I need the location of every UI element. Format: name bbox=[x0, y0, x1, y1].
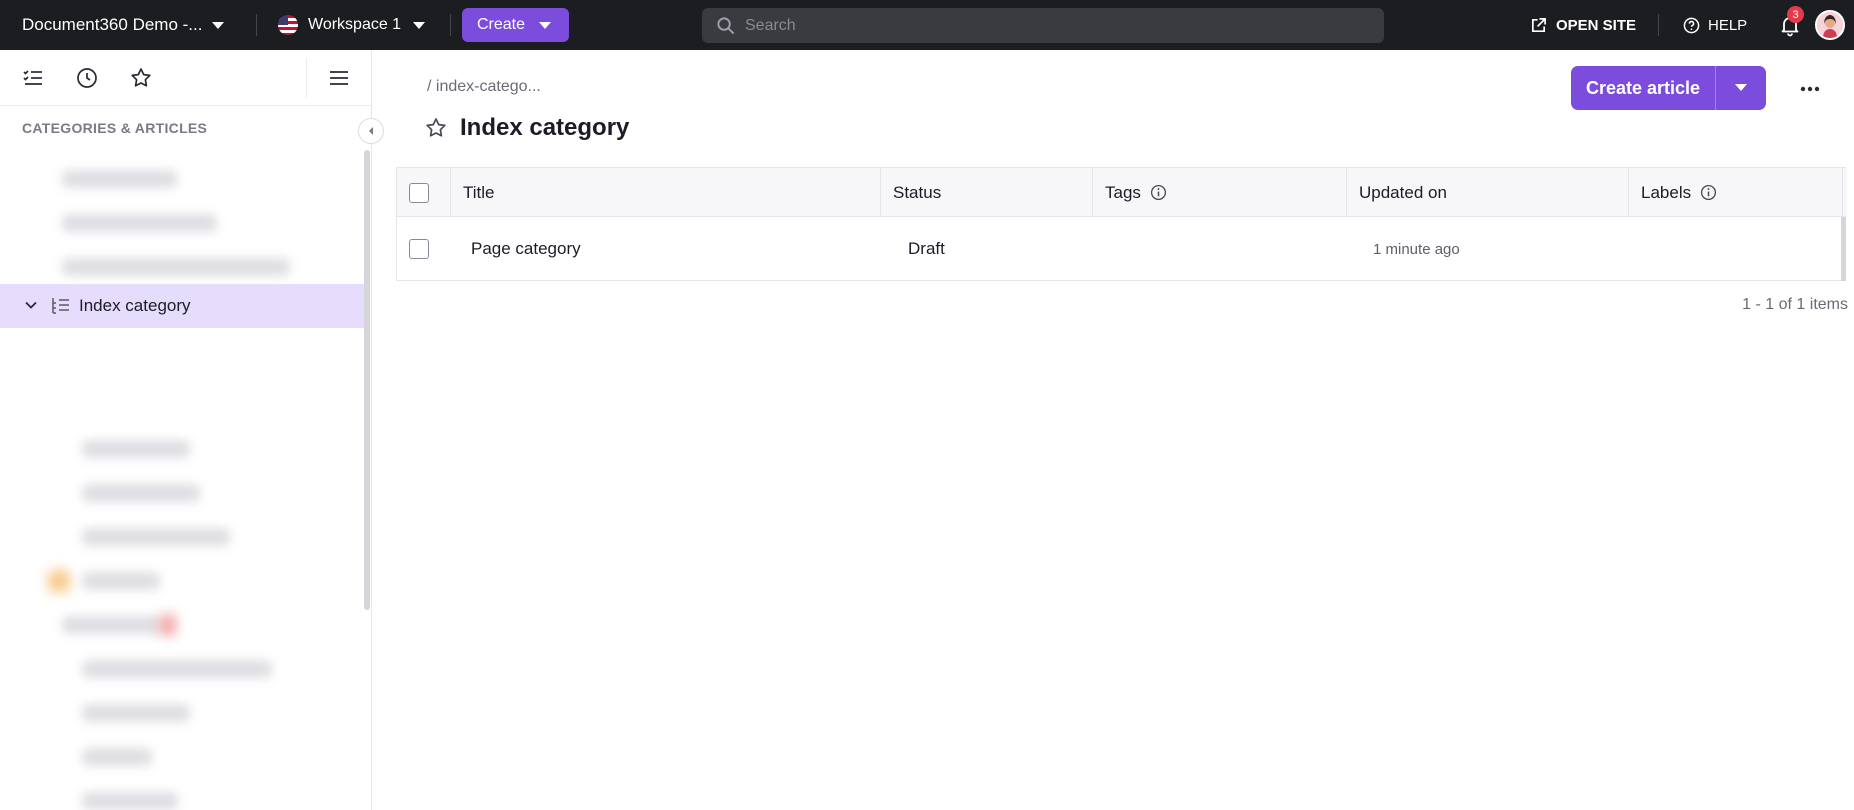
chevron-left-icon bbox=[369, 127, 373, 135]
tree-item-blurred[interactable] bbox=[0, 428, 364, 472]
create-button-label: Create bbox=[477, 16, 526, 33]
checklist-icon bbox=[23, 70, 42, 85]
create-article-button[interactable]: Create article bbox=[1571, 66, 1715, 110]
sidebar-item-index-category[interactable]: Index category bbox=[0, 284, 364, 328]
caret-down-icon bbox=[539, 21, 552, 29]
row-select-cell bbox=[409, 217, 429, 281]
external-link-icon bbox=[1531, 17, 1546, 32]
top-bar: Document360 Demo -... Workspace 1 Create… bbox=[0, 0, 1854, 50]
category-tree bbox=[0, 150, 364, 810]
help-icon bbox=[1683, 17, 1700, 33]
notification-badge: 3 bbox=[1787, 6, 1804, 23]
status-cell: Draft bbox=[908, 239, 945, 258]
tree-item-blurred[interactable] bbox=[0, 202, 364, 246]
create-article-split-button: Create article bbox=[1571, 66, 1767, 110]
project-name: Document360 Demo -... bbox=[22, 15, 203, 34]
articles-table: Title Status Tags Updated on Labels Page… bbox=[396, 167, 1847, 281]
column-header-labels[interactable]: Labels bbox=[1641, 168, 1717, 217]
avatar-image bbox=[1817, 12, 1843, 38]
create-button[interactable]: Create bbox=[462, 8, 569, 42]
divider bbox=[1658, 14, 1659, 36]
column-header-label: Tags bbox=[1105, 182, 1141, 202]
breadcrumb[interactable]: / index-catego... bbox=[427, 78, 541, 96]
workspace-switcher[interactable]: Workspace 1 bbox=[278, 0, 426, 50]
project-switcher[interactable]: Document360 Demo -... bbox=[22, 0, 225, 50]
column-header-tags[interactable]: Tags bbox=[1105, 168, 1167, 217]
pagination-summary: 1 - 1 of 1 items bbox=[1742, 296, 1848, 313]
sidebar-menu-button[interactable] bbox=[325, 64, 353, 92]
recent-tool[interactable] bbox=[73, 64, 101, 92]
help-label: HELP bbox=[1708, 16, 1748, 34]
index-category-icon bbox=[52, 298, 69, 314]
chevron-down-icon[interactable] bbox=[24, 298, 38, 312]
sidebar-item-label: Index category bbox=[79, 296, 191, 315]
divider bbox=[450, 14, 451, 36]
info-icon[interactable] bbox=[1150, 184, 1167, 201]
divider bbox=[450, 168, 451, 217]
article-title-link[interactable]: Page category bbox=[471, 217, 581, 281]
divider bbox=[306, 58, 307, 98]
star-icon bbox=[131, 68, 151, 87]
open-site-link[interactable]: OPEN SITE bbox=[1530, 0, 1636, 50]
categories-heading: CATEGORIES & ARTICLES bbox=[22, 120, 208, 136]
us-flag-icon bbox=[278, 15, 298, 35]
sidebar: CATEGORIES & ARTICLES Index category bbox=[0, 50, 384, 810]
column-header-status[interactable]: Status bbox=[893, 168, 941, 217]
search-icon bbox=[717, 17, 735, 35]
divider bbox=[1346, 168, 1347, 217]
tree-item-blurred[interactable] bbox=[0, 736, 364, 780]
more-options-button[interactable] bbox=[1797, 76, 1823, 102]
divider bbox=[1842, 168, 1843, 217]
divider bbox=[256, 14, 257, 36]
caret-down-icon bbox=[413, 21, 426, 29]
star-icon[interactable] bbox=[424, 116, 448, 140]
select-all-checkbox[interactable] bbox=[409, 182, 429, 203]
all-articles-tool[interactable] bbox=[19, 64, 47, 92]
column-header-label: Labels bbox=[1641, 182, 1692, 202]
create-article-dropdown[interactable] bbox=[1716, 66, 1766, 110]
collapse-sidebar-button[interactable] bbox=[358, 118, 384, 144]
menu-icon bbox=[330, 71, 348, 85]
open-site-label: OPEN SITE bbox=[1556, 16, 1637, 34]
starred-tool[interactable] bbox=[127, 64, 155, 92]
divider bbox=[880, 168, 881, 217]
caret-down-icon bbox=[1735, 84, 1748, 91]
divider bbox=[1628, 168, 1629, 217]
tree-item-blurred[interactable] bbox=[0, 780, 364, 810]
updated-on-cell: 1 minute ago bbox=[1373, 240, 1460, 258]
avatar[interactable] bbox=[1815, 10, 1845, 40]
tree-item-blurred[interactable] bbox=[0, 516, 364, 560]
row-checkbox[interactable] bbox=[409, 239, 429, 259]
tree-item-blurred[interactable] bbox=[0, 158, 364, 202]
page-title-row: Index category bbox=[424, 114, 629, 142]
tree-item-blurred[interactable] bbox=[0, 472, 364, 516]
search-bar[interactable] bbox=[702, 8, 1384, 43]
table-header: Title Status Tags Updated on Labels bbox=[397, 168, 1847, 217]
column-header-title[interactable]: Title bbox=[463, 168, 495, 217]
caret-down-icon bbox=[212, 21, 225, 29]
tree-item-blurred[interactable] bbox=[0, 560, 364, 604]
help-link[interactable]: HELP bbox=[1683, 0, 1747, 50]
column-header-updated-on[interactable]: Updated on bbox=[1359, 168, 1447, 217]
table-scrollbar[interactable] bbox=[1841, 217, 1846, 281]
search-input[interactable] bbox=[745, 16, 1345, 35]
select-all-cell bbox=[409, 168, 429, 217]
main-content: / index-catego... Index category Create … bbox=[373, 50, 1854, 810]
info-icon[interactable] bbox=[1700, 184, 1717, 201]
sidebar-scrollbar[interactable] bbox=[364, 150, 370, 610]
clock-icon bbox=[77, 68, 97, 88]
workspace-name: Workspace 1 bbox=[308, 16, 402, 33]
page-title: Index category bbox=[460, 114, 630, 141]
table-row[interactable]: Page category Draft 1 minute ago bbox=[397, 217, 1847, 281]
tree-item-blurred[interactable] bbox=[0, 692, 364, 736]
tree-item-blurred[interactable] bbox=[0, 604, 364, 648]
divider bbox=[1092, 168, 1093, 217]
more-icon bbox=[1800, 86, 1820, 92]
sidebar-toolbar bbox=[0, 50, 371, 106]
tree-item-blurred[interactable] bbox=[0, 648, 364, 692]
